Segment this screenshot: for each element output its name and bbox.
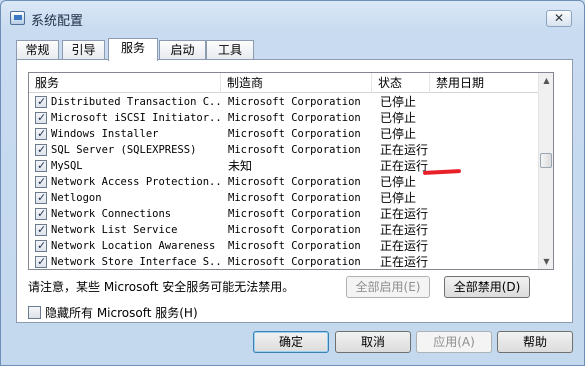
service-status: 正在运行 [380, 143, 429, 157]
column-header-manufacturer[interactable]: 制造商 [221, 73, 372, 93]
service-checkbox[interactable] [35, 94, 47, 110]
service-checkbox[interactable] [35, 190, 47, 206]
service-manufacturer: Microsoft Corporation [228, 224, 361, 236]
close-button[interactable]: ✕ [546, 10, 572, 27]
tab-general[interactable]: 常规 [16, 40, 59, 60]
service-manufacturer: Microsoft Corporation [228, 240, 361, 252]
service-checkbox[interactable] [35, 254, 47, 269]
service-name: Network Access Protection... [51, 176, 223, 188]
service-name: Windows Installer [51, 128, 159, 140]
service-status: 已停止 [380, 127, 417, 141]
service-status: 已停止 [380, 111, 417, 125]
service-name: Network Location Awareness [51, 240, 216, 252]
service-status: 已停止 [380, 175, 417, 189]
service-name: Microsoft iSCSI Initiator... [51, 112, 223, 124]
tab-boot[interactable]: 引导 [62, 40, 105, 60]
service-manufacturer: Microsoft Corporation [228, 192, 361, 204]
table-row[interactable]: SQL Server (SQLEXPRESS) Microsoft Corpora… [29, 142, 540, 158]
tab-services[interactable]: 服务 [108, 38, 158, 61]
services-list[interactable]: 服务 制造商 状态 禁用日期 Distributed Transaction C… [28, 72, 554, 270]
scroll-up-arrow-icon[interactable]: ▲ [539, 73, 553, 88]
table-row[interactable]: Distributed Transaction C... Microsoft Co… [29, 94, 540, 110]
list-header: 服务 制造商 状态 禁用日期 [29, 73, 540, 93]
service-checkbox[interactable] [35, 110, 47, 126]
table-row[interactable]: Network Location Awareness Microsoft Corp… [29, 238, 540, 254]
service-manufacturer: Microsoft Corporation [228, 256, 361, 268]
service-checkbox[interactable] [35, 174, 47, 190]
column-header-disabled-date[interactable]: 禁用日期 [430, 73, 540, 93]
service-name: Netlogon [51, 192, 102, 204]
table-row[interactable]: MySQL 未知 正在运行 [29, 158, 540, 174]
service-manufacturer: 未知 [228, 159, 253, 173]
service-name: Network Connections [51, 208, 172, 220]
disable-all-button[interactable]: 全部禁用(D) [444, 276, 530, 298]
service-manufacturer: Microsoft Corporation [228, 96, 361, 108]
cancel-button[interactable]: 取消 [335, 331, 411, 353]
scrollbar-thumb[interactable] [540, 153, 552, 168]
help-button[interactable]: 帮助 [497, 331, 573, 353]
list-rows: Distributed Transaction C... Microsoft Co… [29, 94, 540, 269]
table-row[interactable]: Network Store Interface S... Microsoft Co… [29, 254, 540, 269]
table-row[interactable]: Netlogon Microsoft Corporation 已停止 [29, 190, 540, 206]
scroll-down-arrow-icon[interactable]: ▼ [539, 254, 553, 269]
tab-tools[interactable]: 工具 [206, 40, 254, 60]
service-manufacturer: Microsoft Corporation [228, 176, 361, 188]
msconfig-app-icon [10, 11, 25, 25]
service-status: 正在运行 [380, 239, 429, 253]
service-manufacturer: Microsoft Corporation [228, 112, 361, 124]
service-status: 已停止 [380, 95, 417, 109]
window-title: 系统配置 [31, 14, 84, 29]
service-name: Network Store Interface S... [51, 256, 223, 268]
service-name: MySQL [51, 160, 83, 172]
service-checkbox[interactable] [35, 158, 47, 174]
service-status: 正在运行 [380, 223, 429, 237]
service-manufacturer: Microsoft Corporation [228, 144, 361, 156]
system-config-window: 系统配置 ✕ 常规 引导 服务 启动 工具 服务 制造商 状态 禁用日期 Dis… [0, 0, 585, 366]
tab-startup[interactable]: 启动 [159, 40, 206, 60]
table-row[interactable]: Windows Installer Microsoft Corporation 已停… [29, 126, 540, 142]
column-header-service[interactable]: 服务 [29, 73, 221, 93]
service-checkbox[interactable] [35, 126, 47, 142]
ok-button[interactable]: 确定 [253, 331, 329, 353]
service-manufacturer: Microsoft Corporation [228, 208, 361, 220]
security-note: 请注意，某些 Microsoft 安全服务可能无法禁用。 [28, 280, 295, 294]
table-row[interactable]: Network Connections Microsoft Corporation… [29, 206, 540, 222]
hide-ms-services-label: 隐藏所有 Microsoft 服务(H) [45, 306, 198, 320]
service-manufacturer: Microsoft Corporation [228, 128, 361, 140]
service-status: 正在运行 [380, 159, 429, 173]
title-bar: 系统配置 ✕ [1, 1, 584, 35]
service-checkbox[interactable] [35, 206, 47, 222]
hide-ms-services-checkbox[interactable] [28, 306, 41, 319]
enable-all-button[interactable]: 全部启用(E) [346, 276, 430, 298]
service-status: 已停止 [380, 191, 417, 205]
column-header-status[interactable]: 状态 [372, 73, 430, 93]
table-row[interactable]: Microsoft iSCSI Initiator... Microsoft Co… [29, 110, 540, 126]
table-row[interactable]: Network List Service Microsoft Corporatio… [29, 222, 540, 238]
service-status: 正在运行 [380, 207, 429, 221]
service-checkbox[interactable] [35, 222, 47, 238]
vertical-scrollbar[interactable]: ▲ ▼ [538, 73, 553, 269]
service-name: Network List Service [51, 224, 178, 236]
service-checkbox[interactable] [35, 238, 47, 254]
service-status: 正在运行 [380, 255, 429, 269]
apply-button[interactable]: 应用(A) [416, 331, 492, 353]
service-name: SQL Server (SQLEXPRESS) [51, 144, 197, 156]
service-name: Distributed Transaction C... [51, 96, 223, 108]
table-row[interactable]: Network Access Protection... Microsoft Co… [29, 174, 540, 190]
service-checkbox[interactable] [35, 142, 47, 158]
